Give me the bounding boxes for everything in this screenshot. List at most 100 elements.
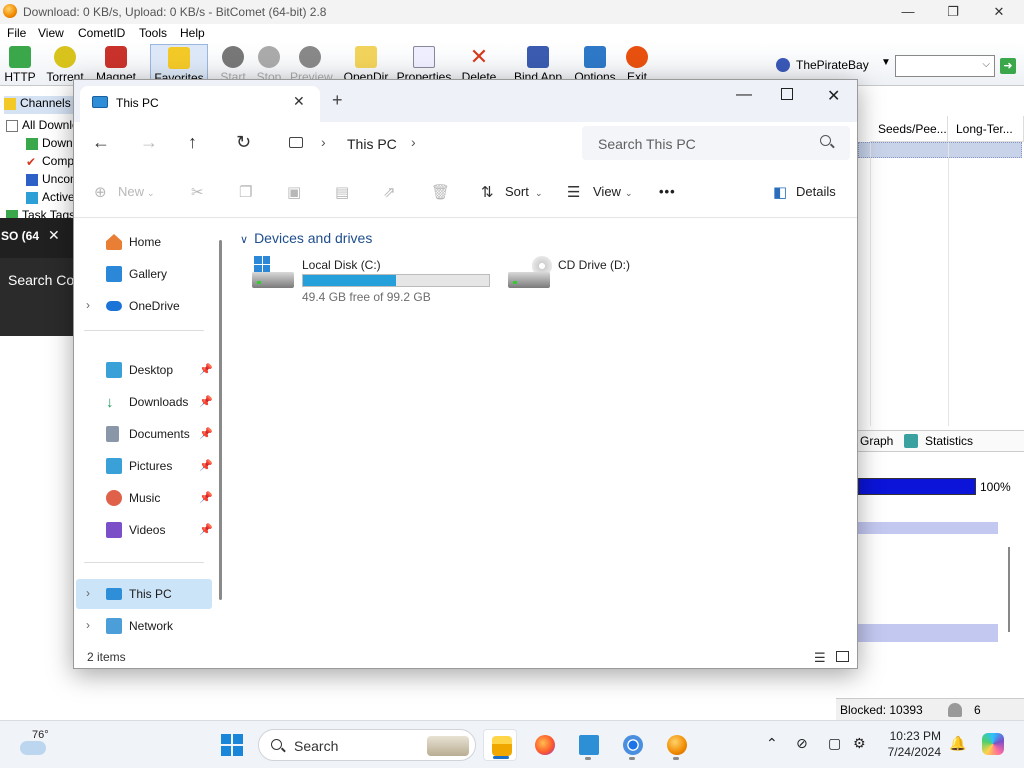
- copilot-icon[interactable]: [982, 733, 1004, 755]
- taskbar-firefox[interactable]: [527, 729, 561, 761]
- maximize-button[interactable]: [781, 88, 793, 100]
- view-button[interactable]: View: [593, 184, 621, 199]
- breadcrumb[interactable]: This PC: [347, 136, 397, 152]
- chevron-right-icon[interactable]: ›: [86, 298, 90, 312]
- share-icon[interactable]: ⇗: [383, 183, 399, 201]
- drive-c[interactable]: Local Disk (C:) 49.4 GB free of 99.2 GB: [252, 254, 502, 304]
- sidebar-item-pictures[interactable]: Pictures 📌: [76, 451, 213, 481]
- pin-icon[interactable]: 📌: [199, 427, 213, 440]
- menu-file[interactable]: File: [7, 26, 26, 40]
- details-view-icon[interactable]: ☰: [814, 650, 826, 666]
- large-icons-view-icon[interactable]: [836, 651, 849, 662]
- pin-icon[interactable]: 📌: [199, 395, 213, 408]
- up-arrow-icon[interactable]: ↑: [188, 132, 197, 153]
- sidebar-item-videos[interactable]: Videos 📌: [76, 515, 213, 545]
- taskbar-notepad[interactable]: [571, 729, 605, 761]
- sidebar-item-documents[interactable]: Documents 📌: [76, 419, 213, 449]
- sidebar-item-desktop[interactable]: Desktop 📌: [76, 355, 213, 385]
- menu-view[interactable]: View: [38, 26, 64, 40]
- new-button[interactable]: New: [118, 184, 144, 199]
- chevron-right-icon[interactable]: ›: [321, 134, 326, 150]
- chevron-up-icon[interactable]: ⌃: [766, 735, 778, 752]
- clock[interactable]: 10:23 PM 7/24/2024: [885, 728, 941, 760]
- menu-help[interactable]: Help: [180, 26, 205, 40]
- maximize-button[interactable]: ❐: [938, 2, 968, 22]
- sidebar-item-music[interactable]: Music 📌: [76, 483, 213, 513]
- drive-d[interactable]: CD Drive (D:): [508, 254, 708, 304]
- sidebar-item-onedrive[interactable]: › OneDrive: [76, 291, 212, 321]
- sidebar-item-network[interactable]: › Network: [76, 611, 212, 641]
- sidebar-item-home[interactable]: Home: [76, 227, 212, 257]
- gallery-icon: [106, 266, 122, 282]
- bitcomet-search-input[interactable]: ⌵: [895, 55, 995, 77]
- rename-icon[interactable]: ▤: [335, 183, 351, 201]
- group-header-devices-and-drives[interactable]: ∨ Devices and drives: [240, 230, 372, 246]
- tab-this-pc[interactable]: This PC ✕: [80, 86, 320, 122]
- more-options-button[interactable]: •••: [659, 184, 676, 199]
- tab-statistics[interactable]: Statistics: [925, 434, 973, 448]
- sidebar-item-downloads[interactable]: ↓ Downloads 📌: [76, 387, 213, 417]
- dark-window-search[interactable]: Search Co: [0, 258, 74, 336]
- pin-icon[interactable]: 📌: [199, 459, 213, 472]
- sidebar-item-gallery[interactable]: Gallery: [76, 259, 212, 289]
- pin-icon[interactable]: 📌: [199, 363, 213, 376]
- divider: [84, 330, 204, 331]
- dark-window-tab-title[interactable]: SO (64: [1, 229, 39, 243]
- column-seeds-peers[interactable]: Seeds/Pee...: [870, 116, 948, 142]
- search-input[interactable]: Search This PC: [582, 126, 850, 160]
- navigation-pane: Home Gallery › OneDrive Desktop 📌 ↓ Down…: [74, 218, 230, 668]
- bitcomet-detail-tabs: Graph Statistics: [858, 430, 1024, 452]
- forward-arrow-icon[interactable]: →: [140, 132, 158, 153]
- sort-button[interactable]: Sort: [505, 184, 529, 199]
- site-dropdown-arrow-icon[interactable]: ▼: [881, 57, 891, 68]
- close-tab-icon[interactable]: ✕: [293, 93, 305, 110]
- details-button[interactable]: Details: [796, 184, 836, 199]
- refresh-icon[interactable]: ↻: [236, 132, 251, 153]
- display-icon[interactable]: ▢: [828, 735, 841, 752]
- search-go-icon[interactable]: ➜: [1000, 58, 1016, 74]
- close-icon[interactable]: ✕: [48, 227, 60, 244]
- taskbar-bitcomet[interactable]: [659, 729, 693, 761]
- music-icon: [106, 490, 122, 506]
- tree-channels[interactable]: Channels: [4, 96, 78, 114]
- delete-icon[interactable]: 🗑: [431, 183, 450, 201]
- start-button[interactable]: [221, 734, 243, 756]
- close-button[interactable]: ✕: [984, 2, 1014, 22]
- search-site-select[interactable]: ThePirateBay: [796, 58, 869, 72]
- notification-bell-icon[interactable]: 🔔: [949, 735, 966, 752]
- minimize-button[interactable]: —: [893, 2, 923, 22]
- weather-cloud-icon: [20, 741, 46, 755]
- taskbar-search[interactable]: Search: [258, 729, 476, 761]
- minimize-button[interactable]: —: [736, 86, 752, 104]
- chevron-right-icon[interactable]: ›: [411, 134, 416, 150]
- close-button[interactable]: ✕: [827, 86, 840, 106]
- network-disconnected-icon[interactable]: ⊘: [796, 735, 808, 752]
- tree-active[interactable]: Active: [26, 190, 75, 208]
- menu-tools[interactable]: Tools: [139, 26, 167, 40]
- pin-icon[interactable]: 📌: [199, 523, 213, 536]
- pin-icon[interactable]: 📌: [199, 491, 213, 504]
- table-row[interactable]: [858, 142, 1022, 158]
- blocked-count: Blocked: 10393: [840, 703, 923, 717]
- chevron-right-icon[interactable]: ›: [86, 586, 90, 600]
- copy-icon[interactable]: ❐: [239, 183, 255, 201]
- back-arrow-icon[interactable]: ←: [92, 132, 110, 153]
- menu-cometid[interactable]: CometID: [78, 26, 125, 40]
- chevron-down-icon: ∨: [240, 234, 249, 246]
- scrollbar[interactable]: [1008, 547, 1010, 632]
- tab-graph[interactable]: Graph: [860, 434, 893, 448]
- new-tab-button[interactable]: +: [332, 90, 343, 111]
- sidebar-item-this-pc[interactable]: › This PC: [76, 579, 212, 609]
- taskbar-chrome[interactable]: [615, 729, 649, 761]
- star-icon: [4, 97, 16, 110]
- taskbar-file-explorer[interactable]: [483, 729, 517, 761]
- accessibility-icon[interactable]: ⚙: [853, 735, 866, 752]
- column-long-term[interactable]: Long-Ter...: [948, 116, 1024, 142]
- cut-icon[interactable]: ✂: [191, 183, 207, 201]
- http-button[interactable]: HTTP: [4, 44, 36, 86]
- navigation-pane-scrollbar[interactable]: [219, 240, 222, 600]
- address-bar[interactable]: › This PC ›: [277, 126, 567, 160]
- paste-icon[interactable]: ▣: [287, 183, 303, 201]
- hard-drive-icon: [252, 272, 294, 288]
- chevron-right-icon[interactable]: ›: [86, 618, 90, 632]
